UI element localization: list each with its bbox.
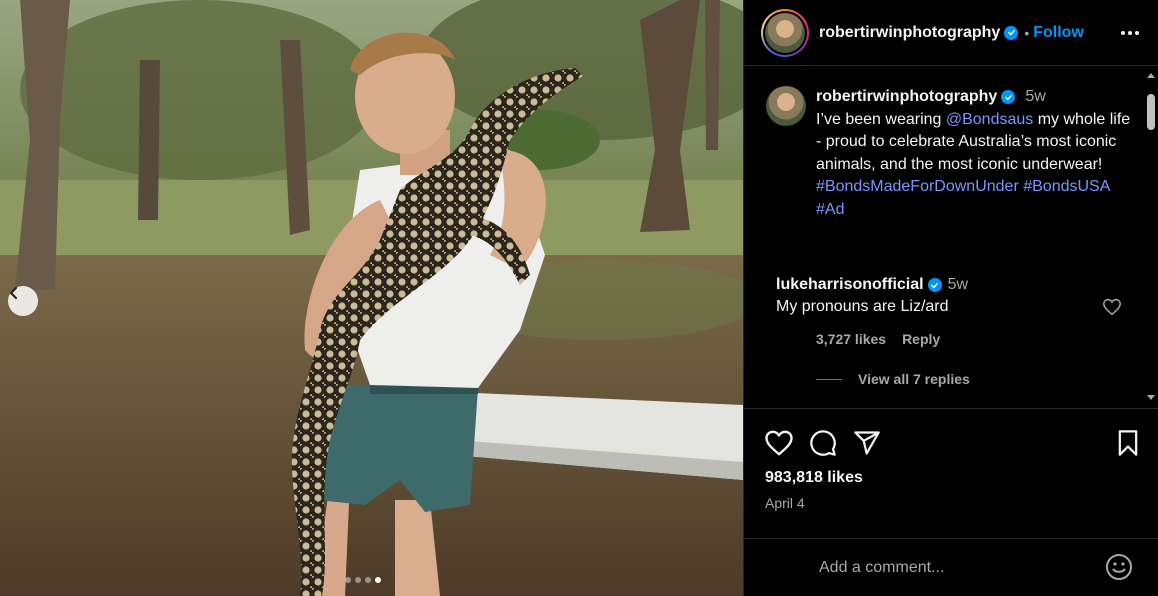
post-header: robertirwinphotography • Follow xyxy=(744,0,1158,66)
share-button[interactable] xyxy=(852,429,882,462)
carousel-dot xyxy=(345,577,351,583)
carousel-dot xyxy=(365,577,371,583)
paper-plane-icon xyxy=(854,431,880,455)
more-options-button[interactable] xyxy=(1119,22,1141,49)
scrollbar-up-arrow[interactable] xyxy=(1147,73,1155,78)
scrollbar-thumb[interactable] xyxy=(1147,94,1155,130)
bookmark-icon xyxy=(1118,430,1138,456)
caption-age: 5w xyxy=(1025,88,1046,105)
hashtag-link[interactable]: #BondsUSA xyxy=(1023,178,1109,195)
carousel-dot-active xyxy=(375,577,381,583)
hashtag-link[interactable]: #Ad xyxy=(816,201,844,218)
author-avatar-story-ring[interactable] xyxy=(761,8,809,57)
verified-badge-icon xyxy=(927,278,942,292)
heart-icon xyxy=(1103,298,1121,316)
reply-button[interactable]: Reply xyxy=(902,331,940,347)
post-date: April 4 xyxy=(765,495,805,511)
likes-count[interactable]: 983,818 likes xyxy=(765,469,863,487)
photo-illustration xyxy=(0,0,743,596)
caption-author-username[interactable]: robertirwinphotography xyxy=(816,86,997,109)
comment-bubble-icon xyxy=(810,430,836,456)
chevron-left-icon xyxy=(9,286,18,300)
post-caption: robertirwinphotography 5w I’ve been wear… xyxy=(766,86,1136,221)
more-horizontal-icon xyxy=(1121,31,1139,35)
post-actions: 983,818 likes April 4 xyxy=(744,408,1158,538)
heart-icon xyxy=(765,430,793,456)
author-username[interactable]: robertirwinphotography xyxy=(819,24,1000,42)
carousel-prev-button[interactable] xyxy=(8,286,38,316)
comments-section: robertirwinphotography 5w I’ve been wear… xyxy=(744,66,1144,408)
emoji-button[interactable] xyxy=(1105,553,1133,586)
comment-text: My pronouns are Liz/ard xyxy=(776,298,949,315)
separator-dot: • xyxy=(1024,24,1030,41)
mention-link[interactable]: @Bondsaus xyxy=(946,111,1033,128)
caption-text: I’ve been wearing @Bondsaus my whole lif… xyxy=(816,110,1131,218)
carousel-dot xyxy=(355,577,361,583)
like-comment-button[interactable] xyxy=(1102,298,1122,321)
save-button[interactable] xyxy=(1115,429,1141,462)
follow-button[interactable]: Follow xyxy=(1033,24,1084,42)
caption-author-avatar[interactable] xyxy=(766,86,806,126)
comment-item: lukeharrisonofficial 5w My pronouns are … xyxy=(766,274,1122,347)
comment-age: 5w xyxy=(947,276,969,293)
view-replies-button[interactable]: View all 7 replies xyxy=(816,371,970,387)
carousel-indicator xyxy=(345,577,381,583)
commenter-username[interactable]: lukeharrisonofficial xyxy=(776,274,924,296)
post-photo xyxy=(0,0,743,596)
author-avatar xyxy=(765,12,805,53)
verified-badge-icon xyxy=(1001,90,1016,105)
post-side-panel: robertirwinphotography • Follow robertir… xyxy=(743,0,1158,596)
smiley-icon xyxy=(1106,554,1132,580)
add-comment-bar xyxy=(744,538,1158,596)
scrollbar-down-arrow[interactable] xyxy=(1147,395,1155,400)
verified-badge-icon xyxy=(1004,25,1019,40)
like-button[interactable] xyxy=(764,429,794,462)
comment-input[interactable] xyxy=(819,553,1089,583)
hashtag-link[interactable]: #BondsMadeForDownUnder xyxy=(816,178,1019,195)
comment-likes[interactable]: 3,727 likes xyxy=(816,331,886,347)
comment-button[interactable] xyxy=(808,429,838,462)
